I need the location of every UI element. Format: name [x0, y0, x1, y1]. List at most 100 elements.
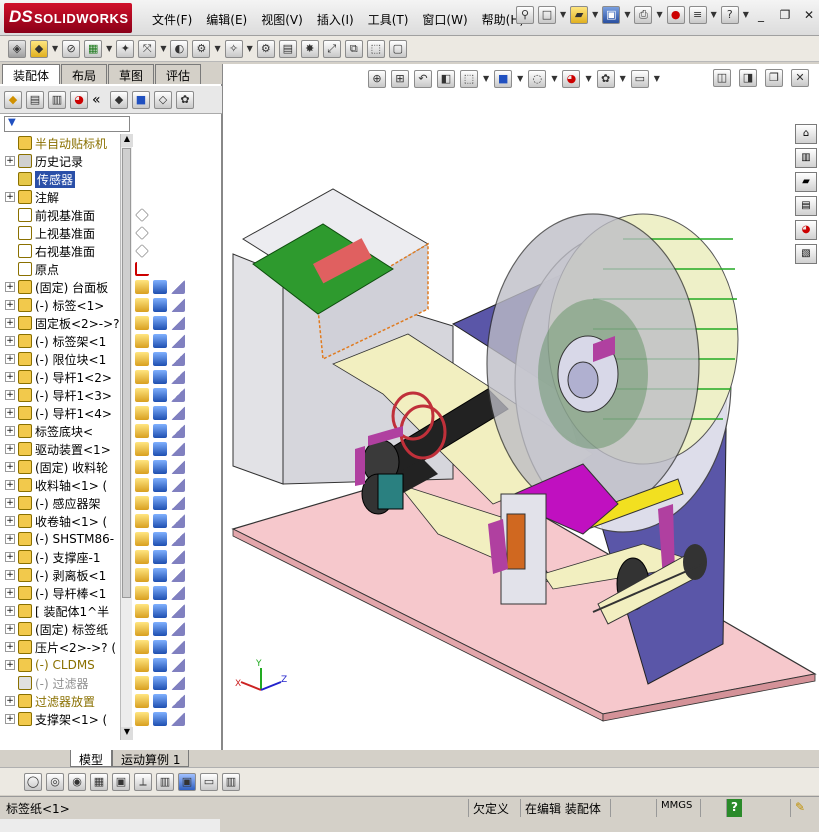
visibility-icon[interactable]: [135, 460, 149, 474]
chevron-down-icon[interactable]: ▼: [106, 40, 112, 58]
scroll-thumb[interactable]: [122, 148, 131, 598]
hide-show-column-icon[interactable]: ◆: [110, 90, 128, 109]
save-icon[interactable]: ▣: [602, 6, 621, 24]
tree-item[interactable]: + (固定) 台面板: [0, 278, 120, 296]
chevron-down-icon[interactable]: ▼: [52, 40, 58, 58]
custom-properties-icon[interactable]: ▧: [795, 244, 817, 264]
visibility-icon[interactable]: [135, 676, 149, 690]
options-icon[interactable]: ≡: [688, 6, 707, 24]
tree-item[interactable]: + 驱动装置<1>: [0, 440, 120, 458]
expand-toggle-icon[interactable]: +: [5, 390, 15, 400]
interference-detection-icon[interactable]: ⧉: [344, 39, 363, 58]
display-mode-icon[interactable]: [153, 478, 167, 492]
reference-geometry-icon[interactable]: ✧: [224, 39, 243, 58]
appearance-icon[interactable]: [171, 334, 185, 348]
feature-manager-tab-icon[interactable]: ◆: [4, 90, 22, 109]
menu-window[interactable]: 窗口(W): [415, 6, 474, 30]
chevron-down-icon[interactable]: ▼: [624, 6, 630, 30]
open-folder-icon[interactable]: ▰: [570, 6, 589, 24]
visibility-icon[interactable]: [135, 640, 149, 654]
display-manager-tab-icon[interactable]: ◕: [70, 90, 88, 109]
expand-toggle-icon[interactable]: +: [5, 408, 15, 418]
smart-fasteners-icon[interactable]: ✦: [116, 39, 135, 58]
appearance-icon[interactable]: [171, 712, 185, 726]
tree-item[interactable]: 右视基准面: [0, 242, 120, 260]
appearance-column-icon[interactable]: ◇: [154, 90, 172, 109]
scroll-up-icon[interactable]: ▲: [121, 134, 133, 147]
visibility-icon[interactable]: [135, 280, 149, 294]
shaded-edges-icon[interactable]: ◉: [68, 772, 86, 791]
move-component-icon[interactable]: ⤧: [138, 39, 157, 58]
close-icon[interactable]: ✕: [800, 6, 818, 24]
expand-toggle-icon[interactable]: +: [5, 282, 15, 292]
tree-item[interactable]: + (-) 支撑座-1: [0, 548, 120, 566]
hidden-lines-icon[interactable]: ◎: [46, 772, 64, 791]
wireframe-icon[interactable]: ◯: [24, 772, 42, 791]
new-document-icon[interactable]: □: [538, 6, 556, 24]
instant3d-icon[interactable]: ▢: [388, 39, 407, 58]
expand-toggle-icon[interactable]: +: [5, 462, 15, 472]
display-mode-icon[interactable]: [153, 604, 167, 618]
tree-item[interactable]: + 收料轴<1> (: [0, 476, 120, 494]
visibility-icon[interactable]: [135, 514, 149, 528]
display-mode-icon[interactable]: [153, 550, 167, 564]
restore-icon[interactable]: ❐: [776, 6, 794, 24]
status-units[interactable]: MMGS: [656, 799, 696, 817]
new-part-icon[interactable]: ◆: [30, 39, 48, 58]
plane-visibility-icon[interactable]: [135, 244, 149, 258]
display-mode-icon[interactable]: [153, 712, 167, 726]
display-mode-icon[interactable]: [153, 460, 167, 474]
perspective-icon[interactable]: ▣: [112, 772, 130, 791]
feature-filter-input[interactable]: ▼: [4, 116, 130, 132]
display-mode-icon[interactable]: [153, 514, 167, 528]
visibility-icon[interactable]: [135, 406, 149, 420]
expand-toggle-icon[interactable]: +: [5, 570, 15, 580]
mate-icon[interactable]: ⊘: [62, 39, 81, 58]
plane-visibility-icon[interactable]: [135, 208, 149, 222]
expand-toggle-icon[interactable]: +: [5, 696, 15, 706]
appearance-icon[interactable]: [171, 316, 185, 330]
appearance-icon[interactable]: [171, 424, 185, 438]
tree-item[interactable]: 前视基准面: [0, 206, 120, 224]
appearance-icon[interactable]: [171, 388, 185, 402]
visibility-icon[interactable]: [135, 424, 149, 438]
visibility-icon[interactable]: [135, 478, 149, 492]
display-mode-icon[interactable]: [153, 370, 167, 384]
scroll-down-icon[interactable]: ▼: [121, 727, 133, 740]
chevron-down-icon[interactable]: ▼: [560, 6, 566, 30]
status-tag-icon[interactable]: ✎: [790, 799, 809, 817]
tree-item[interactable]: 原点: [0, 260, 120, 278]
assembly-features-icon[interactable]: ⚙: [192, 39, 211, 58]
menu-file[interactable]: 文件(F): [145, 6, 199, 30]
design-library-icon[interactable]: ▰: [795, 172, 817, 192]
appearance-icon[interactable]: [171, 550, 185, 564]
display-mode-icon[interactable]: [153, 658, 167, 672]
display-mode-icon[interactable]: [153, 298, 167, 312]
view-split-icon[interactable]: ▥: [222, 772, 240, 791]
display-mode-icon[interactable]: [153, 676, 167, 690]
expand-toggle-icon[interactable]: +: [5, 498, 15, 508]
appearances-icon[interactable]: ◕: [795, 220, 817, 240]
tree-item[interactable]: + 标签底块<: [0, 422, 120, 440]
appearance-icon[interactable]: [171, 496, 185, 510]
display-mode-column-icon[interactable]: ■: [132, 90, 150, 109]
appearance-icon[interactable]: [171, 352, 185, 366]
visibility-icon[interactable]: [135, 532, 149, 546]
tree-item[interactable]: 上视基准面: [0, 224, 120, 242]
tree-item[interactable]: + (-) CLDMS: [0, 656, 120, 674]
solidworks-logo[interactable]: DS SOLIDWORKS: [4, 3, 132, 33]
expand-toggle-icon[interactable]: +: [5, 534, 15, 544]
chevron-down-icon[interactable]: ▼: [592, 6, 598, 30]
configuration-manager-tab-icon[interactable]: ▥: [48, 90, 66, 109]
appearance-icon[interactable]: [171, 532, 185, 546]
tab-layout[interactable]: 布局: [61, 64, 108, 84]
display-mode-icon[interactable]: [153, 406, 167, 420]
chevron-down-icon[interactable]: ▼: [711, 6, 717, 30]
expand-toggle-icon[interactable]: +: [5, 516, 15, 526]
property-manager-tab-icon[interactable]: ▤: [26, 90, 44, 109]
appearance-icon[interactable]: [171, 514, 185, 528]
assembly-model[interactable]: Y X Z: [223, 64, 819, 750]
tab-assembly[interactable]: 装配体: [2, 64, 61, 84]
display-mode-icon[interactable]: [153, 442, 167, 456]
status-help-icon[interactable]: ?: [726, 799, 742, 817]
